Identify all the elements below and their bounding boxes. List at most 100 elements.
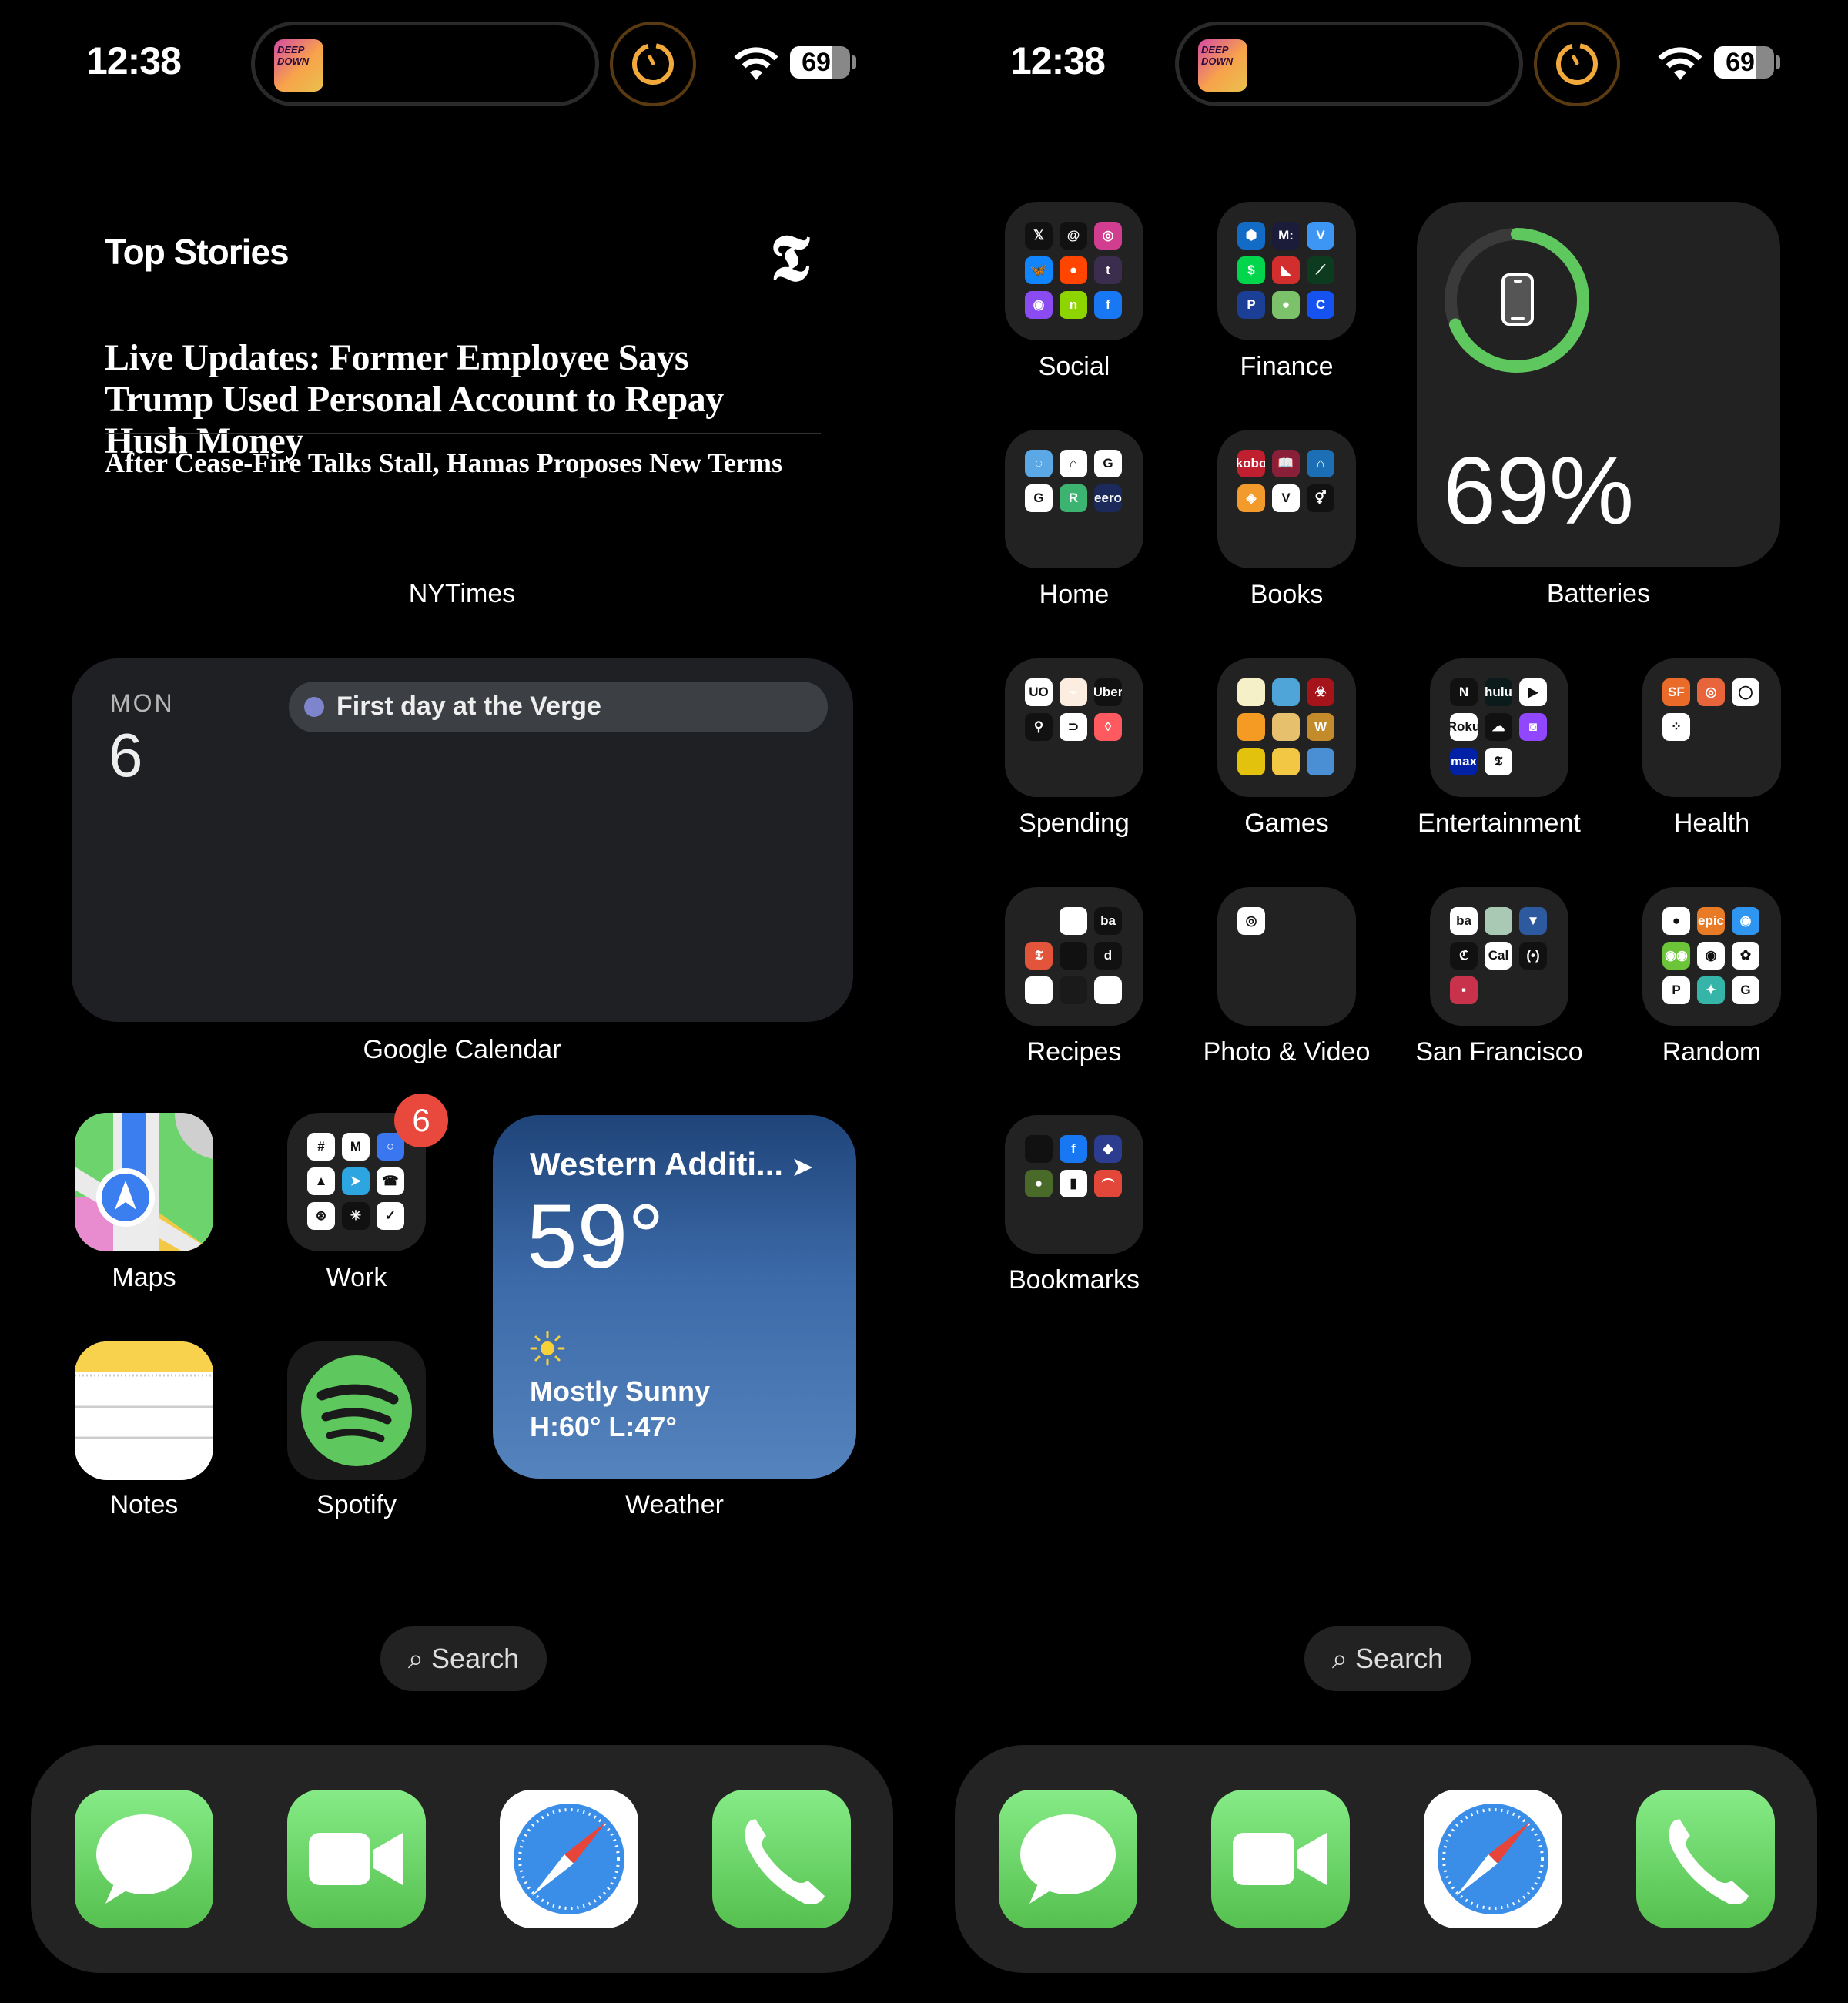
reddit-icon: ● — [1060, 256, 1087, 284]
app-icon: ◆ — [1094, 1135, 1122, 1163]
location-arrow-icon: ➤ — [792, 1153, 813, 1181]
doodle-jump-icon — [1237, 678, 1265, 706]
folder-label: Photo & Video — [1203, 1037, 1371, 1067]
maps-app[interactable] — [75, 1113, 213, 1251]
soundcloud-icon: ☁ — [1485, 713, 1512, 741]
facebook-icon: f — [1060, 1135, 1087, 1163]
folder-label: Bookmarks — [1008, 1265, 1140, 1295]
calendar-widget-label: Google Calendar — [363, 1035, 561, 1064]
status-time: 12:38 — [86, 39, 182, 82]
among-us-icon — [1237, 748, 1265, 775]
folder-home[interactable]: ◌ ⌂ G G Reero — [1005, 430, 1143, 568]
game-icon — [1272, 713, 1300, 741]
dock-phone[interactable] — [1636, 1790, 1775, 1928]
calendar-day-number: 6 — [109, 721, 143, 789]
nyt-icon: 𝕿 — [1485, 748, 1512, 775]
kobo-icon: kobo — [1237, 450, 1265, 477]
wifi-icon — [734, 47, 778, 80]
folder-spending[interactable]: UO ⌁ Uber ⚲ ⊃ ◊ — [1005, 658, 1143, 797]
perplexity-icon: ✳ — [342, 1202, 370, 1230]
divider — [105, 433, 821, 434]
dynamic-island-now-playing[interactable]: DEEP DOWN — [251, 22, 599, 106]
notification-badge: 6 — [394, 1094, 448, 1147]
phone-icon — [745, 1819, 825, 1904]
calendar-event[interactable]: First day at the Verge — [289, 682, 828, 732]
folder-bookmarks[interactable]: f ◆ ● ▮ ⌒ — [1005, 1115, 1143, 1254]
folder-recipes[interactable]: ba 𝕿d — [1005, 887, 1143, 1026]
battery-ring — [1445, 228, 1589, 373]
roku-icon: Roku — [1450, 713, 1478, 741]
batteries-widget[interactable]: 69% — [1417, 202, 1780, 567]
folder-label: Recipes — [1026, 1037, 1122, 1067]
folder-books[interactable]: kobo 📖 ⌂ ◈ V ⚥ — [1217, 430, 1356, 568]
folder-random[interactable]: ● epic ◉ ◉◉ ◉ ✿ P ✦ G — [1642, 887, 1781, 1026]
calendar-day-of-week: MON — [110, 689, 175, 717]
dock-phone[interactable] — [712, 1790, 851, 1928]
timer-activity[interactable] — [1534, 22, 1620, 106]
dock-facetime[interactable] — [1211, 1790, 1350, 1928]
paypal-icon: P — [1237, 291, 1265, 319]
dock-messages[interactable] — [999, 1790, 1137, 1928]
search-button[interactable]: ⌕ Search — [380, 1626, 547, 1691]
gmail-icon: M — [342, 1133, 370, 1161]
dynamic-island-now-playing[interactable]: DEEP DOWN — [1175, 22, 1523, 106]
folder-label: Social — [1038, 352, 1110, 381]
folder-health[interactable]: SF ◎ ◯ ⁘ — [1642, 658, 1781, 797]
dock-facetime[interactable] — [287, 1790, 426, 1928]
folder-label: Home — [1039, 580, 1110, 609]
google-photos-icon: ✿ — [1732, 942, 1759, 970]
nextdoor-icon: n — [1060, 291, 1087, 319]
audible-icon: ◈ — [1237, 484, 1265, 512]
strava-icon: ◎ — [1697, 678, 1725, 706]
postmates-icon: ⚲ — [1025, 713, 1053, 741]
folder-finance[interactable]: ⬢ M: V $ ◣ ⟋ P ● C — [1217, 202, 1356, 340]
vsco-icon: ◎ — [1237, 907, 1265, 935]
folder-label: San Francisco — [1415, 1037, 1583, 1067]
nyt-subheadline[interactable]: After Cease-Fire Talks Stall, Hamas Prop… — [105, 447, 782, 479]
bridge-icon: ⌒ — [1094, 1170, 1122, 1197]
instacart-icon: ⌁ — [1060, 678, 1087, 706]
dock-safari[interactable] — [1424, 1790, 1562, 1928]
notes-app[interactable] — [75, 1341, 213, 1480]
folder-label: Health — [1673, 809, 1750, 838]
d-icon: d — [1094, 942, 1122, 970]
weather-widget[interactable]: Western Additi... ➤ 59° Mostly Sunny H:6… — [493, 1115, 856, 1479]
translate-icon: G — [1732, 976, 1759, 1004]
dock-messages[interactable] — [75, 1790, 213, 1928]
folder-label: Random — [1662, 1037, 1762, 1067]
search-button[interactable]: ⌕ Search — [1304, 1626, 1471, 1691]
g-icon: G — [1025, 484, 1053, 512]
folder-label: Books — [1250, 580, 1324, 609]
timer-activity[interactable] — [610, 22, 696, 106]
words-icon: W — [1307, 713, 1334, 741]
slack-icon: # — [307, 1133, 335, 1161]
spotify-app[interactable] — [287, 1341, 426, 1480]
alarm-icon: ◌ — [1025, 450, 1053, 477]
app-icon: ✦ — [1697, 976, 1725, 1004]
weather-condition: Mostly Sunny — [530, 1375, 711, 1407]
folder-label: Games — [1244, 809, 1329, 838]
folder-entertainment[interactable]: Nhulu ▶ Roku ☁ ◙ max 𝕿 — [1430, 658, 1568, 797]
google-drive-icon: ▲ — [307, 1167, 335, 1195]
folder-games[interactable]: ☣ W — [1217, 658, 1356, 797]
airbnb-icon: ◊ — [1094, 713, 1122, 741]
battery-indicator: 69 — [790, 46, 850, 79]
folder-social[interactable]: 𝕏 @ ◎ 🦋 ● t ◉ n f — [1005, 202, 1143, 340]
folder-photo-video[interactable]: ◎ — [1217, 887, 1356, 1026]
iphone-icon — [1502, 273, 1534, 326]
event-color-dot — [304, 697, 324, 717]
weather-temperature: 59° — [527, 1186, 665, 1288]
album-art-icon: DEEP DOWN — [1198, 39, 1247, 92]
app-icon — [1094, 976, 1122, 1004]
dock-safari[interactable] — [500, 1790, 638, 1928]
folder-san-francisco[interactable]: ba ▼ ℭ Cal (•) ▪ — [1430, 887, 1568, 1026]
maps-icon — [75, 1113, 213, 1251]
netflix-icon: N — [1450, 678, 1478, 706]
weather-location: Western Additi... ➤ — [530, 1146, 813, 1182]
nyt-logo-icon: 𝕿 — [770, 219, 810, 296]
wifi-icon — [1658, 47, 1702, 80]
uber-icon: Uber — [1094, 678, 1122, 706]
messenger-icon: ◉ — [1025, 291, 1053, 319]
nyt-headline[interactable]: Live Updates: Former Employee Says Trump… — [105, 337, 798, 462]
google-calendar-widget[interactable]: MON 6 First day at the Verge — [72, 658, 853, 1022]
